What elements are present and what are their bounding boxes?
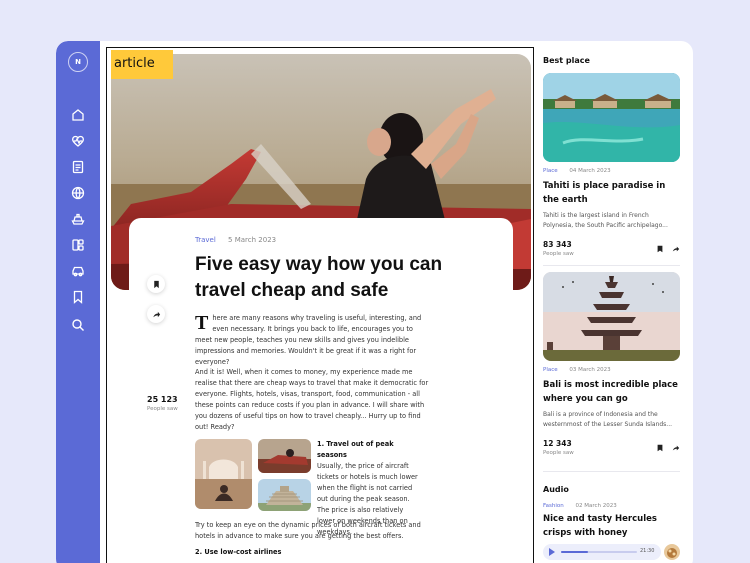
share-icon[interactable] — [672, 444, 680, 452]
bali-date: 03 March 2023 — [569, 367, 611, 373]
bali-meta: Place 03 March 2023 — [543, 367, 611, 373]
sidebar: N — [56, 41, 100, 563]
audio-time: 21:30 — [640, 548, 655, 554]
article-paragraph-2: And it is! Well, when it comes to money,… — [195, 368, 429, 431]
layout-icon[interactable] — [70, 237, 86, 253]
globe-icon[interactable] — [70, 185, 86, 201]
bookmark-icon[interactable] — [656, 245, 664, 253]
article-annotation-label: article — [111, 50, 173, 79]
tahiti-date: 04 March 2023 — [569, 168, 611, 174]
search-icon[interactable] — [70, 317, 86, 333]
section-2-title: 2. Use low-cost airlines — [195, 548, 282, 556]
share-icon — [152, 311, 160, 317]
audio-title[interactable]: Nice and tasty Hercules crisps with hone… — [543, 512, 680, 540]
pyramid-photo — [258, 479, 311, 511]
ship-icon[interactable] — [70, 211, 86, 227]
tahiti-views-label: People saw — [543, 251, 574, 257]
share-icon[interactable] — [672, 245, 680, 253]
audio-progress-fill — [561, 551, 588, 553]
audio-progress-track[interactable] — [561, 551, 637, 553]
taj-mahal-photo — [195, 439, 252, 509]
article-category[interactable]: Travel — [195, 236, 216, 244]
divider — [543, 471, 680, 472]
divider — [543, 265, 680, 266]
audio-heading: Audio — [543, 485, 569, 494]
bali-category[interactable]: Place — [543, 367, 558, 373]
article-paragraph-1: There are many reasons why traveling is … — [195, 312, 422, 366]
views-count: 25 123 — [147, 395, 178, 404]
app-window: N article Travel 5 March 2023 Five easy … — [56, 41, 693, 563]
share-button[interactable] — [147, 305, 165, 323]
tahiti-title[interactable]: Tahiti is place paradise in the earth — [543, 179, 680, 207]
bali-title[interactable]: Bali is most incredible place where you … — [543, 378, 680, 406]
tahiti-meta: Place 04 March 2023 — [543, 168, 611, 174]
audio-meta: Fashion 02 March 2023 — [543, 503, 617, 509]
tahiti-actions — [656, 244, 680, 254]
article-card: Travel 5 March 2023 Five easy way how yo… — [129, 218, 513, 563]
article-region: article Travel 5 March 2023 Five easy wa… — [106, 47, 534, 563]
bookmark-button[interactable] — [147, 275, 165, 293]
bookmark-icon — [153, 280, 159, 288]
tahiti-image[interactable] — [543, 73, 680, 162]
audio-player: 21:30 — [543, 544, 661, 560]
home-icon[interactable] — [70, 107, 86, 123]
tahiti-views: 83 343 — [543, 240, 572, 249]
bali-image[interactable] — [543, 272, 680, 361]
audio-category[interactable]: Fashion — [543, 503, 564, 509]
audio-date: 02 March 2023 — [575, 503, 617, 509]
bali-views-label: People saw — [543, 450, 574, 456]
section-1-title: 1. Travel out of peak seasons — [317, 440, 394, 459]
tahiti-category[interactable]: Place — [543, 168, 558, 174]
article-meta: Travel 5 March 2023 — [195, 236, 276, 244]
tahiti-desc: Tahiti is the largest island in French P… — [543, 212, 668, 229]
right-column: Best place Place 04 March 2023 Tahiti is… — [543, 41, 693, 563]
best-place-heading: Best place — [543, 56, 590, 65]
bali-actions — [656, 443, 680, 453]
dropcap: T — [195, 312, 209, 334]
car-icon[interactable] — [70, 263, 86, 279]
article-paragraph-3: Try to keep an eye on the dynamic prices… — [195, 521, 421, 540]
car-trip-photo — [258, 439, 311, 473]
article-title: Five easy way how you can travel cheap a… — [195, 254, 443, 301]
avatar[interactable]: N — [68, 52, 88, 72]
bookmark-icon[interactable] — [656, 444, 664, 452]
bookmark-icon[interactable] — [70, 289, 86, 305]
article-views: 25 123 People saw — [147, 395, 178, 412]
heart-pulse-icon[interactable] — [70, 133, 86, 149]
audio-thumbnail — [664, 544, 680, 560]
document-icon[interactable] — [70, 159, 86, 175]
views-label: People saw — [147, 406, 178, 412]
play-icon[interactable] — [549, 548, 555, 556]
bali-desc: Bali is a province of Indonesia and the … — [543, 411, 673, 428]
bali-views: 12 343 — [543, 439, 572, 448]
article-date: 5 March 2023 — [228, 236, 277, 244]
